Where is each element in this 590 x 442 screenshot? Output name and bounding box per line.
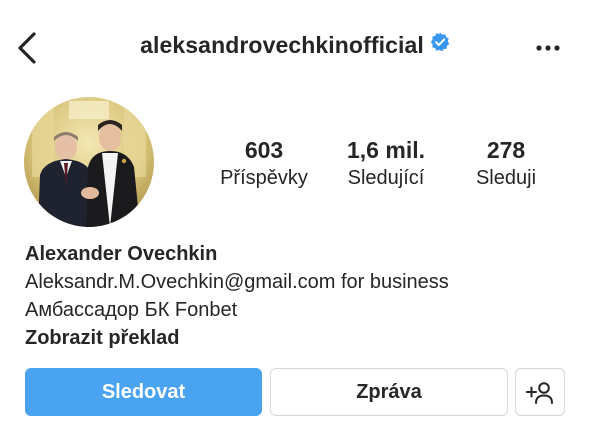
following-count: 278 [486, 137, 526, 163]
posts-label: Příspěvky [220, 167, 308, 189]
bio-line-contact: Aleksandr.M.Ovechkin@gmail.com for busin… [25, 271, 449, 293]
username-title: aleksandrovechkinofficial [0, 32, 590, 59]
suggested-people-button[interactable] [515, 368, 565, 416]
posts-stat[interactable]: 603 Příspěvky [212, 136, 316, 192]
followers-label: Sledující [347, 167, 425, 189]
profile-bio: Alexander Ovechkin Aleksandr.M.Ovechkin@… [25, 240, 575, 352]
profile-photo-icon [24, 97, 154, 227]
following-stat[interactable]: 278 Sleduji [460, 136, 552, 192]
posts-count: 603 [244, 137, 284, 163]
profile-avatar[interactable] [24, 97, 154, 227]
add-person-icon [526, 382, 553, 404]
followers-count: 1,6 mil. [347, 137, 425, 163]
more-options-button[interactable] [530, 38, 570, 58]
full-name: Alexander Ovechkin [25, 243, 218, 265]
following-label: Sleduji [475, 167, 537, 189]
profile-header: aleksandrovechkinofficial [0, 0, 590, 96]
bio-line-ambassador: Амбассадор БК Fonbet [25, 299, 238, 321]
verified-badge-icon [430, 31, 450, 58]
follow-button[interactable]: Sledovat [25, 368, 262, 416]
followers-stat[interactable]: 1,6 mil. Sledující [336, 136, 436, 192]
message-button[interactable]: Zpráva [270, 368, 508, 416]
username: aleksandrovechkinofficial [140, 32, 424, 58]
more-horizontal-icon [536, 45, 560, 51]
show-translation-link[interactable]: Zobrazit překlad [25, 324, 575, 352]
